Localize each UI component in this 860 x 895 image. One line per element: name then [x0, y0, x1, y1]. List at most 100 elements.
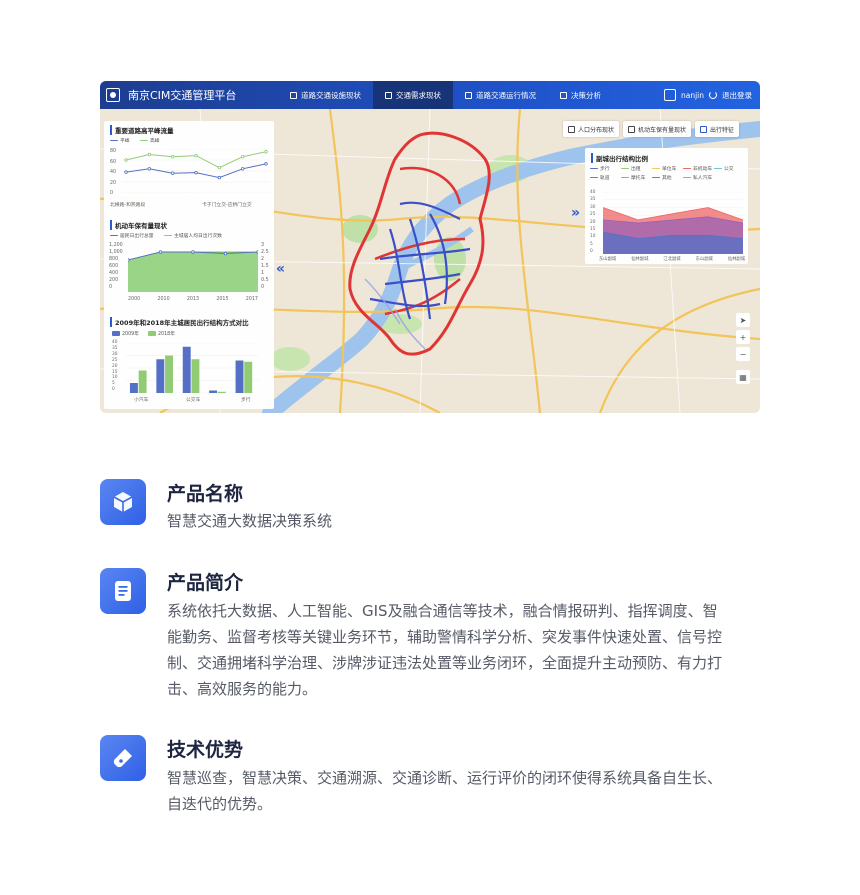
road-icon [290, 91, 297, 99]
feature-text: 系统依托大数据、人工智能、GIS及融合通信等技术，融合情报研判、指挥调度、智 能… [167, 602, 723, 698]
tab-bar: 道路交通设施现状 交通需求现状 道路交通运行情况 决策分析 [278, 81, 613, 109]
chart1-point [194, 153, 198, 158]
user-area: nanjin 退出登录 [663, 89, 752, 101]
legend-swatch [621, 177, 629, 178]
chart2-yticks-right: 3 2.5 2 1.5 1 0.5 0 [261, 243, 269, 290]
chart1-point [217, 166, 222, 170]
chart1-point [147, 152, 152, 157]
chart1-point [170, 171, 175, 175]
chart3-bar [209, 390, 218, 393]
chart4-xlabels: 东山副城 仙林副城 江北副城 东山副城 仙林副城 [599, 257, 745, 262]
chart1-point [264, 162, 268, 166]
chart3-plot [126, 343, 258, 393]
legend-swatch [714, 168, 722, 169]
chart1-title: 重要道路高平峰流量 [110, 125, 174, 135]
population-button[interactable]: 人口分布现状 [563, 121, 620, 137]
car-icon [628, 125, 636, 133]
chart1-point [124, 170, 128, 174]
traffic-icon [465, 91, 472, 99]
legend-swatch [110, 235, 118, 236]
feature-text: 智慧巡查，智慧决策、交通溯源、交通诊断、运行评价的闭环使得系统具备自生长、 自迭… [167, 769, 723, 813]
chart3-bar [191, 359, 200, 393]
legend-label: 其他 [662, 176, 672, 181]
legend-swatch [590, 177, 598, 178]
chart2-plot [128, 250, 258, 292]
chart1-xlabel-right: 卡子门立交-应桥门立交 [202, 203, 252, 208]
chart3-legend-1: 2009年 [112, 330, 139, 337]
expand-right-icon[interactable]: » [571, 205, 580, 221]
chart1-point [194, 170, 198, 175]
user-avatar-icon [663, 89, 676, 101]
app-topbar: 南京CIM交通管理平台 道路交通设施现状 交通需求现状 道路交通运行情况 决策分… [100, 81, 760, 109]
logout-link[interactable]: 退出登录 [722, 90, 752, 101]
legend-swatch [683, 168, 691, 169]
chart4-yticks: 40 35 30 25 20 15 10 5 0 [590, 190, 596, 255]
tab-facilities[interactable]: 道路交通设施现状 [278, 81, 373, 109]
tab-decision[interactable]: 决策分析 [548, 81, 613, 109]
vehicle-button[interactable]: 机动车保有量现状 [623, 121, 692, 137]
chart4-legend-item: 其他 [652, 174, 672, 181]
platform-screenshot: 南京CIM交通管理平台 道路交通设施现状 交通需求现状 道路交通运行情况 决策分… [100, 81, 760, 413]
chart2-point [191, 250, 195, 254]
feature-title: 产品名称 [167, 483, 244, 505]
document-icon [100, 568, 146, 614]
tab-demand[interactable]: 交通需求现状 [373, 81, 453, 109]
chart3-yticks: 40 35 30 25 20 15 10 5 0 [112, 340, 118, 393]
right-chart-panel: 副城出行结构比例 步行 出租 单位车 非机动车 公交 轨道 摩托车 其他 私人汽车 40 35 … [585, 148, 748, 264]
chart3-bar [217, 391, 226, 393]
chart1-point [264, 150, 268, 154]
chart4-legend-item: 步行 [590, 165, 610, 172]
legend-swatch [164, 235, 172, 236]
locate-icon[interactable]: ➤ [736, 313, 750, 327]
legend-swatch [148, 331, 156, 336]
tag-icon [100, 735, 146, 781]
tab-operation[interactable]: 道路交通运行情况 [453, 81, 548, 109]
chart3-bar [129, 383, 138, 393]
zoom-out-button[interactable]: − [736, 347, 750, 361]
app-title: 南京CIM交通管理平台 [128, 89, 237, 102]
chart2-legend-2: 主城居人均日出行次数 [164, 232, 222, 239]
chart1-point [240, 154, 245, 159]
legend-label: 摩托车 [631, 176, 646, 181]
chart4-legend-item: 非机动车 [683, 165, 712, 172]
chart2-title: 机动车保有量现状 [110, 220, 167, 230]
chart2-area [128, 252, 258, 292]
power-icon[interactable] [709, 91, 717, 99]
chart1-point [240, 167, 245, 171]
legend-label: 单位车 [662, 167, 677, 172]
chart3-bar [182, 346, 191, 393]
map-controls: ➤ + − ▦ [736, 313, 750, 384]
user-name[interactable]: nanjin [681, 91, 704, 100]
legend-label: 非机动车 [693, 167, 713, 172]
legend-swatch [590, 168, 598, 169]
chart3-xlabel-1: 小汽车 [134, 398, 149, 403]
chart1-point [170, 154, 175, 159]
collapse-left-icon[interactable]: « [276, 261, 285, 277]
analysis-icon [560, 91, 567, 99]
download-icon [568, 125, 575, 133]
chart3-bar [165, 355, 173, 393]
legend-swatch [140, 140, 148, 141]
legend-label: 步行 [600, 167, 610, 172]
chart2-point [256, 250, 258, 254]
chart3-bar [138, 370, 147, 393]
legend-label: 公交 [724, 167, 734, 172]
chart1-legend-1: 平峰 [110, 137, 130, 144]
feature-text: 智慧交通大数据决策系统 [167, 512, 333, 530]
layers-icon[interactable]: ▦ [736, 370, 750, 384]
chart4-plot [603, 192, 743, 254]
chart4-legend-item: 摩托车 [621, 174, 645, 181]
trip-feature-button[interactable]: 出行特征 [695, 121, 740, 137]
chart4-legend-item: 私人汽车 [683, 174, 712, 181]
chart4-title: 副城出行结构比例 [591, 153, 648, 163]
legend-label: 私人汽车 [693, 176, 713, 181]
left-chart-panel: 重要道路高平峰流量 平峰 高峰 80 60 40 20 0 北横路-和燕路段 卡… [104, 121, 274, 409]
cube-icon [100, 479, 146, 525]
chart3-bar [156, 359, 165, 393]
app-logo-icon [106, 88, 120, 102]
legend-swatch [652, 168, 660, 169]
chart2-xlabels: 2000 2010 2013 2015 2017 [128, 297, 258, 302]
chart4-legend: 步行 出租 单位车 非机动车 公交 轨道 摩托车 其他 私人汽车 [590, 165, 746, 187]
chart2-point [223, 251, 228, 256]
zoom-in-button[interactable]: + [736, 330, 750, 344]
